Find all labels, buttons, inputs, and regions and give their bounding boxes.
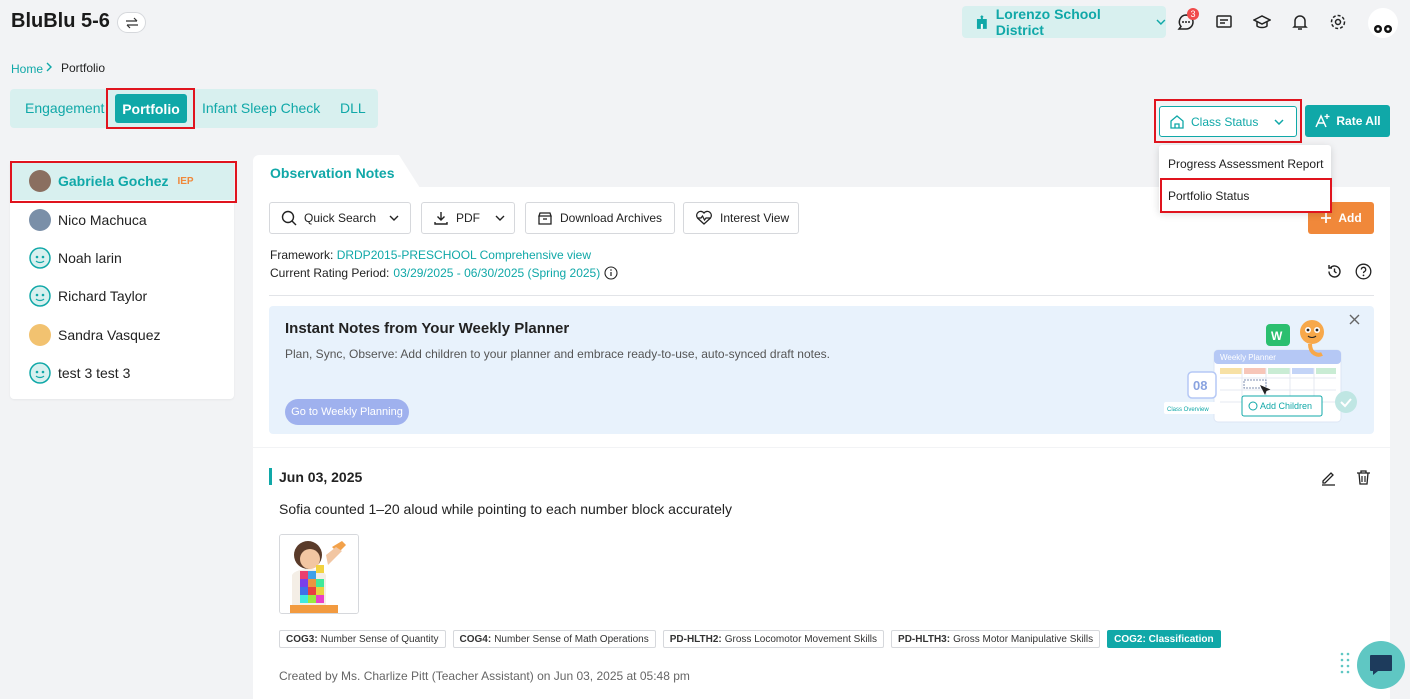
chat-bubble-icon: [1370, 655, 1392, 675]
child-name: Richard Taylor: [58, 288, 148, 304]
avatar: [29, 324, 51, 346]
tab-dll[interactable]: DLL: [340, 89, 366, 128]
menu-item-progress-assessment-report[interactable]: Progress Assessment Report: [1168, 157, 1323, 171]
highlight-box-portfolio-tab: [106, 88, 195, 129]
weekly-planner-illustration: Weekly Planner Add Children 08 Class Ove…: [1164, 320, 1357, 423]
observation-note-card: [253, 448, 1390, 699]
switch-class-button[interactable]: [117, 12, 146, 33]
message-badge: 3: [1187, 8, 1199, 20]
default-avatar-icon: [29, 247, 51, 269]
trash-icon[interactable]: [1355, 469, 1372, 486]
skill-tag: PD-HLTH3: Gross Motor Manipulative Skills: [891, 630, 1101, 648]
child-item-noah-larin[interactable]: Noah larin: [10, 239, 234, 277]
interest-view-label: Interest View: [720, 211, 790, 225]
illus-class-overview: Class Overview: [1167, 407, 1209, 413]
tab-engagement[interactable]: Engagement: [25, 89, 104, 128]
skill-tag-list: COG3: Number Sense of Quantity COG4: Numbe…: [279, 630, 1221, 648]
swap-icon: [125, 17, 138, 28]
pdf-dropdown[interactable]: PDF: [421, 202, 515, 234]
bell-icon[interactable]: [1289, 11, 1311, 33]
skill-tag-highlighted: COG2: Classification: [1107, 630, 1221, 648]
default-avatar-icon: [29, 362, 51, 384]
heart-pulse-icon: [696, 210, 712, 225]
history-icon[interactable]: [1326, 263, 1343, 280]
child-item-nico-machuca[interactable]: Nico Machuca: [10, 201, 234, 239]
rating-period-label: Current Rating Period:: [270, 266, 390, 280]
child-item-test-3[interactable]: test 3 test 3: [10, 354, 234, 392]
observation-photo[interactable]: [279, 534, 359, 614]
rating-period-info: Current Rating Period: 03/29/2025 - 06/3…: [270, 266, 618, 280]
child-item-richard-taylor[interactable]: Richard Taylor: [10, 277, 234, 315]
illus-planner-title: Weekly Planner: [1220, 353, 1276, 362]
interest-view-button[interactable]: Interest View: [683, 202, 799, 234]
chevron-down-icon: [389, 215, 399, 221]
note-text: Sofia counted 1–20 aloud while pointing …: [279, 501, 732, 517]
rate-all-label: Rate All: [1336, 114, 1381, 128]
download-archives-label: Download Archives: [560, 211, 663, 225]
breadcrumb-current: Portfolio: [61, 61, 106, 75]
highlight-box-selected-child: [10, 161, 237, 203]
add-label: Add: [1338, 211, 1362, 225]
child-with-blocks-image: [280, 535, 358, 613]
avatar: [29, 209, 51, 231]
drag-handle-icon[interactable]: [1340, 651, 1350, 675]
framework-label: Framework:: [270, 248, 334, 262]
child-name: Sandra Vasquez: [58, 327, 161, 343]
chevron-down-icon: [1156, 19, 1166, 25]
school-icon: [976, 15, 987, 29]
banner-text: Plan, Sync, Observe: Add children to you…: [285, 347, 830, 361]
framework-info: Framework: DRDP2015-PRESCHOOL Comprehens…: [270, 248, 591, 262]
svg-text:W: W: [1271, 329, 1283, 343]
skill-tag: COG4: Number Sense of Math Operations: [452, 630, 656, 648]
notes-icon[interactable]: [1213, 11, 1235, 33]
rating-period-value: 03/29/2025 - 06/30/2025 (Spring 2025): [393, 266, 601, 280]
app-title: BluBlu 5-6: [11, 10, 110, 32]
illus-date: 08: [1193, 378, 1207, 393]
tab-observation-notes[interactable]: Observation Notes: [270, 165, 394, 181]
default-avatar-icon: [29, 285, 51, 307]
district-name: Lorenzo School District: [995, 6, 1101, 38]
plus-icon: [1321, 213, 1332, 223]
breadcrumb-home[interactable]: Home: [11, 62, 43, 76]
graduation-cap-icon[interactable]: [1251, 11, 1273, 33]
gear-icon[interactable]: [1327, 11, 1349, 33]
highlight-box-class-status: [1154, 99, 1302, 143]
note-date: Jun 03, 2025: [279, 469, 363, 485]
quick-search-dropdown[interactable]: Quick Search: [269, 202, 411, 234]
info-icon[interactable]: [604, 266, 618, 280]
tab-infant-sleep-check[interactable]: Infant Sleep Check: [202, 89, 320, 128]
child-name: Nico Machuca: [58, 212, 147, 228]
child-name: test 3 test 3: [58, 365, 131, 381]
district-selector[interactable]: Lorenzo School District: [962, 6, 1166, 38]
skill-tag: PD-HLTH2: Gross Locomotor Movement Skills: [662, 630, 885, 648]
archive-icon: [538, 212, 552, 225]
edit-icon[interactable]: [1320, 469, 1337, 486]
rate-all-button[interactable]: Rate All: [1305, 105, 1390, 137]
top-bar: [0, 0, 1410, 48]
banner-title: Instant Notes from Your Weekly Planner: [285, 320, 570, 337]
help-icon[interactable]: [1355, 263, 1372, 280]
pdf-label: PDF: [456, 211, 480, 225]
go-to-weekly-planning-button[interactable]: Go to Weekly Planning: [285, 399, 409, 425]
highlight-box-portfolio-status: [1160, 178, 1332, 213]
chevron-down-icon: [495, 215, 505, 221]
search-icon: [281, 210, 297, 226]
user-avatar[interactable]: [1368, 8, 1398, 38]
framework-link[interactable]: DRDP2015-PRESCHOOL Comprehensive view: [337, 248, 591, 262]
child-name: Noah larin: [58, 250, 122, 266]
child-item-sandra-vasquez[interactable]: Sandra Vasquez: [10, 316, 234, 354]
download-icon: [434, 212, 448, 225]
quick-search-label: Quick Search: [304, 211, 377, 225]
skill-tag: COG3: Number Sense of Quantity: [279, 630, 446, 648]
created-by-text: Created by Ms. Charlize Pitt (Teacher As…: [279, 669, 690, 683]
chat-support-button[interactable]: [1357, 641, 1405, 689]
illus-add-children: Add Children: [1260, 401, 1312, 411]
breadcrumb-chevron-icon: [45, 61, 53, 73]
download-archives-button[interactable]: Download Archives: [525, 202, 675, 234]
divider: [269, 295, 1374, 296]
date-accent-bar: [269, 468, 272, 485]
rate-icon: [1315, 114, 1330, 128]
